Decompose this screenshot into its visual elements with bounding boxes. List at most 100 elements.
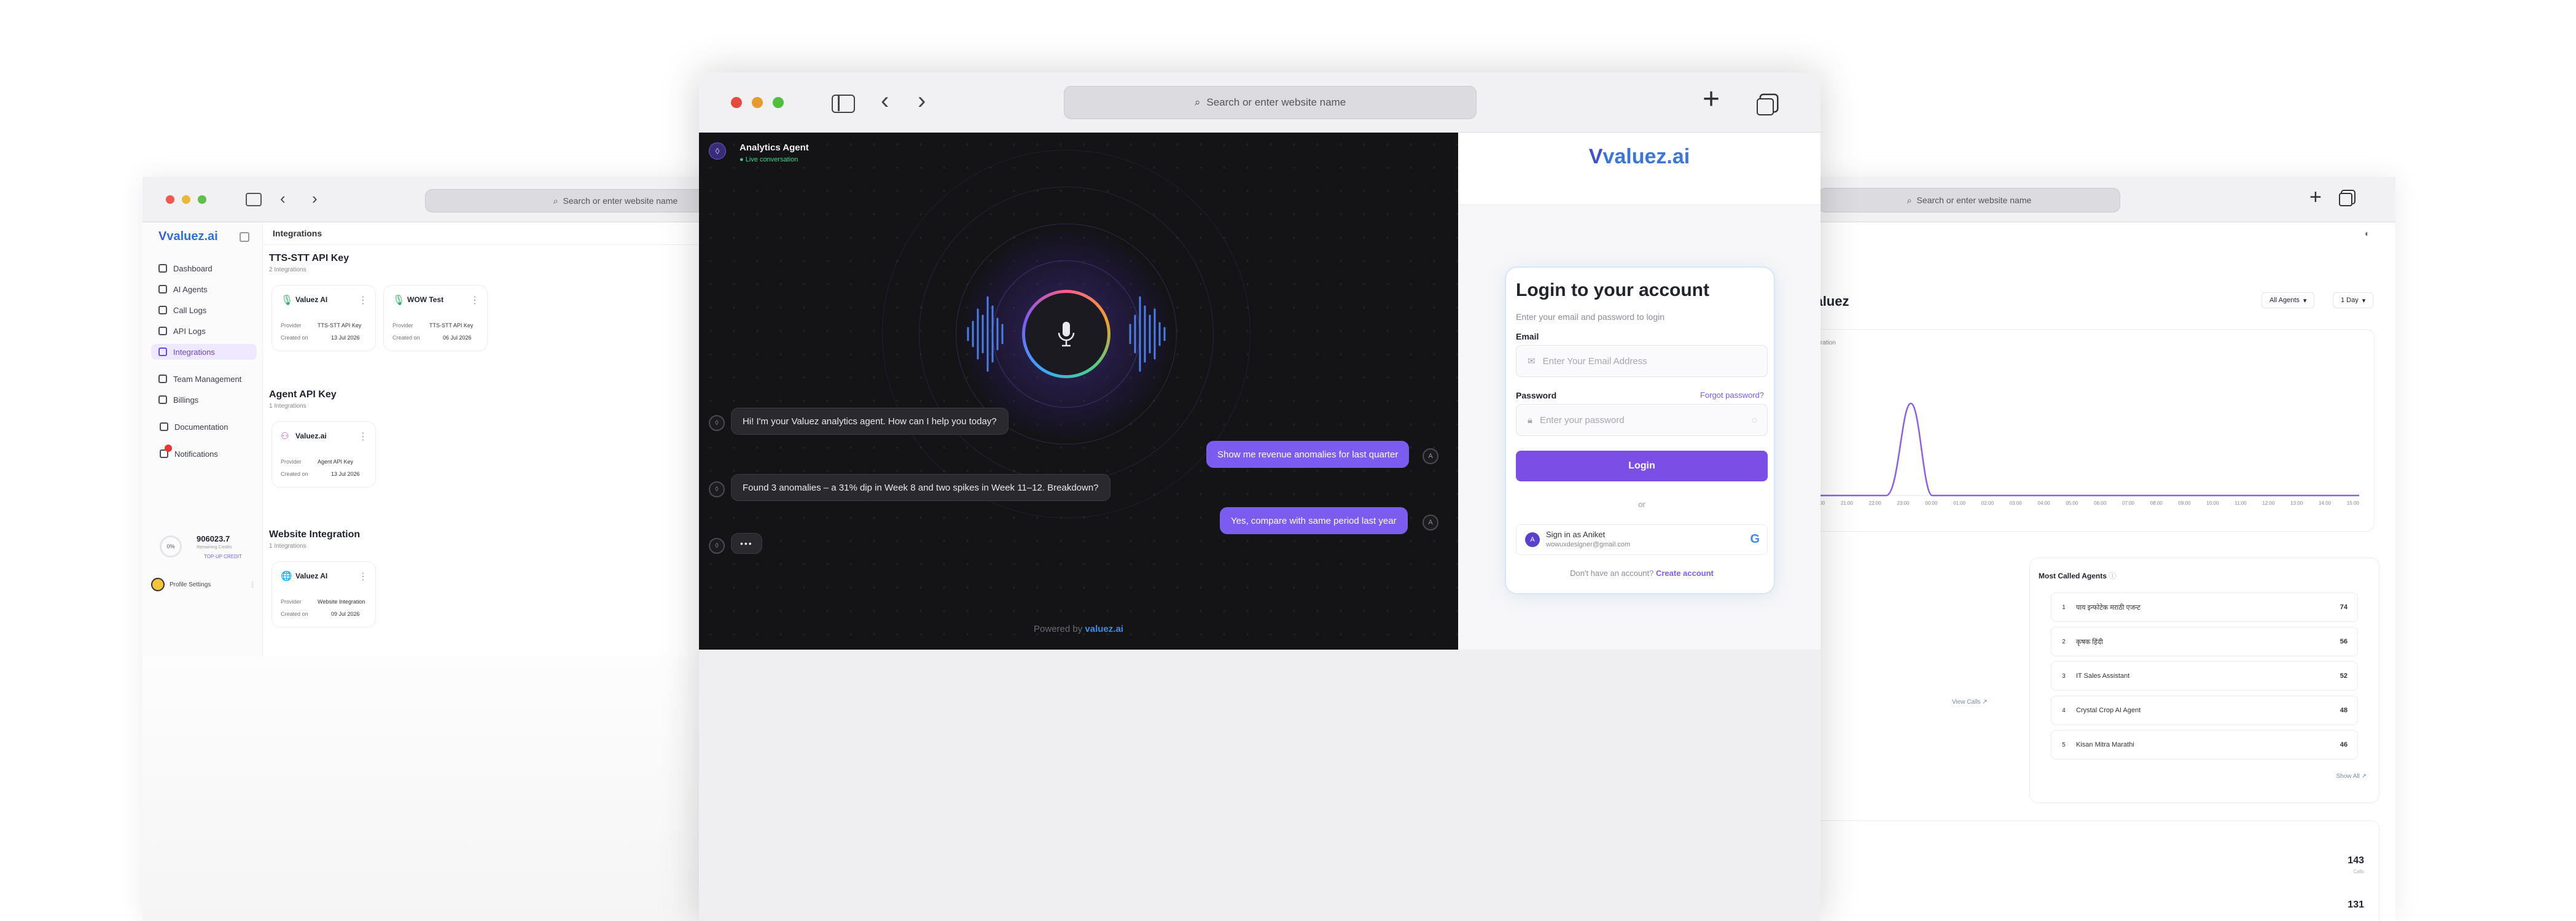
agent-row[interactable]: 1 पाय इन्फोटेक मराठी एजन्ट 74 [2051, 593, 2358, 622]
forgot-password-link[interactable]: Forgot password? [1700, 391, 1764, 400]
sidebar-toggle-icon[interactable] [832, 95, 855, 113]
credits-value: 906023.7 [197, 534, 230, 543]
sidebar-item-dashboard[interactable]: Dashboard [158, 260, 213, 276]
tabs-icon[interactable] [1757, 98, 1774, 115]
agent-row[interactable]: 3 IT Sales Assistant 52 [2051, 661, 2358, 691]
right-url-bar[interactable]: ⌕ Search or enter website name [1818, 188, 2120, 212]
sidebar-item-call-logs[interactable]: Call Logs [158, 302, 206, 318]
agent-message-avatar: ◊ [709, 415, 725, 431]
mic-button[interactable] [1022, 290, 1110, 378]
more-icon[interactable]: ⋮ [249, 581, 256, 588]
minimize-dot[interactable] [752, 97, 763, 108]
theme-icon[interactable]: ◐ [2365, 228, 2370, 238]
x-tick-label: 23:00 [1897, 500, 1910, 506]
avatar: A [1525, 532, 1540, 547]
stat-value: 143 [2348, 855, 2364, 866]
new-tab-icon[interactable]: + [1703, 85, 1720, 114]
show-all-link[interactable]: Show All ↗ [2336, 773, 2367, 780]
section-title: TTS-STT API Key [269, 253, 349, 263]
profile-settings[interactable]: Profile Settings ⋮ [151, 576, 256, 593]
x-tick-label: 07:00 [2121, 500, 2134, 506]
maximize-dot[interactable] [198, 195, 206, 204]
chat-message-agent: Hi! I'm your Valuez analytics agent. How… [731, 408, 1009, 435]
stat-value: 131 [2348, 900, 2364, 910]
integration-card[interactable]: 🌐 Valuez AI ⋮ Provider Website Integrati… [271, 561, 376, 628]
create-account-link[interactable]: Create account [1656, 569, 1714, 578]
x-tick-label: 03:00 [2009, 500, 2022, 506]
topup-link[interactable]: TOP-UP CREDIT [204, 554, 242, 559]
chevron-down-icon: ▾ [2362, 297, 2366, 305]
center-browser-window: ‹ › ⌕ Search or enter website name + ◊ A… [699, 72, 1821, 921]
search-icon: ⌕ [1194, 96, 1201, 108]
sidebar-item-notifications[interactable]: Notifications [160, 445, 218, 462]
back-icon[interactable]: ‹ [881, 87, 889, 115]
sidebar-item-integrations[interactable]: Integrations [151, 344, 257, 360]
left-url-bar[interactable]: ⌕ Search or enter website name [425, 189, 726, 212]
powered-brand[interactable]: valuez.ai [1085, 624, 1123, 634]
integration-card[interactable]: ⚇ Valuez.ai ⋮ Provider Agent API Key Cre… [271, 421, 376, 488]
collapse-icon[interactable] [240, 232, 249, 242]
email-field[interactable]: ✉ Enter Your Email Address [1516, 345, 1768, 377]
more-icon[interactable]: ⋮ [470, 294, 480, 306]
x-tick-label: 15:00 [2346, 500, 2359, 506]
login-subtitle: Enter your email and password to login [1516, 312, 1665, 322]
more-icon[interactable]: ⋮ [358, 570, 368, 583]
grid-icon [158, 264, 167, 273]
close-dot[interactable] [731, 97, 742, 108]
integration-card[interactable]: 🎙 Valuez AI ⋮ Provider TTS-STT API Key C… [271, 285, 376, 351]
agent-row[interactable]: 5 Kisan Mitra Marathi 46 [2051, 730, 2358, 760]
login-brand: Vvaluez.ai [1588, 145, 1690, 168]
sidebar-toggle-icon[interactable] [246, 193, 262, 206]
avatar [151, 578, 165, 591]
credits-gauge: 0% [160, 535, 182, 558]
new-tab-icon[interactable]: + [2309, 185, 2322, 209]
agents-filter[interactable]: All Agents ▾ [2262, 292, 2315, 308]
signup-prompt: Don't have an account? Create account [1570, 569, 1714, 578]
sidebar-item-ai-agents[interactable]: AI Agents [158, 281, 208, 297]
password-field[interactable]: 🔒︎ Enter your password ◌ [1516, 404, 1768, 436]
x-tick-label: 05:00 [2066, 500, 2078, 506]
maximize-dot[interactable] [773, 97, 784, 108]
integrations-icon [158, 348, 167, 356]
agent-row[interactable]: 4 Crystal Crop AI Agent 48 [2051, 696, 2358, 725]
minimize-dot[interactable] [182, 195, 190, 204]
google-signin-button[interactable]: A Sign in as Aniket wowuxdesigner@gmail.… [1516, 524, 1768, 555]
mic-icon: 🎙 [281, 295, 294, 306]
sidebar-item-documentation[interactable]: Documentation [160, 419, 228, 435]
close-dot[interactable] [166, 195, 174, 204]
brand-logo-icon: V [1588, 145, 1603, 168]
back-icon[interactable]: ‹ [280, 189, 286, 208]
period-filter[interactable]: 1 Day ▾ [2333, 292, 2374, 308]
section-title: Website Integration [269, 529, 361, 540]
agent-status: ● Live conversation [740, 156, 798, 163]
info-icon: ⓘ [2109, 572, 2117, 580]
sidebar-item-billings[interactable]: Billings [158, 392, 198, 408]
sidebar-item-api-logs[interactable]: API Logs [158, 323, 206, 339]
user-message-avatar: A [1423, 515, 1438, 530]
sidebar-item-team-management[interactable]: Team Management [158, 371, 241, 387]
view-calls-link[interactable]: View Calls ↗ [1952, 699, 1988, 705]
integration-card[interactable]: 🎙 WOW Test ⋮ Provider TTS-STT API Key Cr… [383, 285, 488, 351]
more-icon[interactable]: ⋮ [358, 294, 368, 306]
center-url-bar[interactable]: ⌕ Search or enter website name [1064, 86, 1477, 119]
tabs-icon[interactable] [2339, 193, 2352, 206]
duration-line [1813, 402, 2359, 497]
x-tick-label: 01:00 [1953, 500, 1966, 506]
calllog-icon [158, 306, 167, 314]
x-tick-label: 11:00 [2234, 500, 2247, 506]
forward-icon[interactable]: › [312, 189, 318, 208]
section-title: Agent API Key [269, 389, 337, 400]
more-icon[interactable]: ⋮ [358, 430, 368, 443]
mic-icon [1058, 322, 1075, 347]
calls-stats-card: 143 Calls 131 [1806, 820, 2379, 921]
lock-icon: 🔒︎ [1528, 414, 1532, 426]
team-icon [158, 375, 167, 383]
or-divider: or [1638, 500, 1645, 509]
forward-icon[interactable]: › [918, 87, 926, 115]
agent-row[interactable]: 2 कृषक हिंदी 56 [2051, 627, 2358, 656]
agents-icon [158, 285, 167, 293]
login-button[interactable]: Login [1516, 451, 1768, 481]
x-tick-label: 21:00 [1840, 500, 1853, 506]
x-tick-label: 13:00 [2290, 500, 2303, 506]
eye-off-icon[interactable]: ◌ [1752, 415, 1757, 426]
